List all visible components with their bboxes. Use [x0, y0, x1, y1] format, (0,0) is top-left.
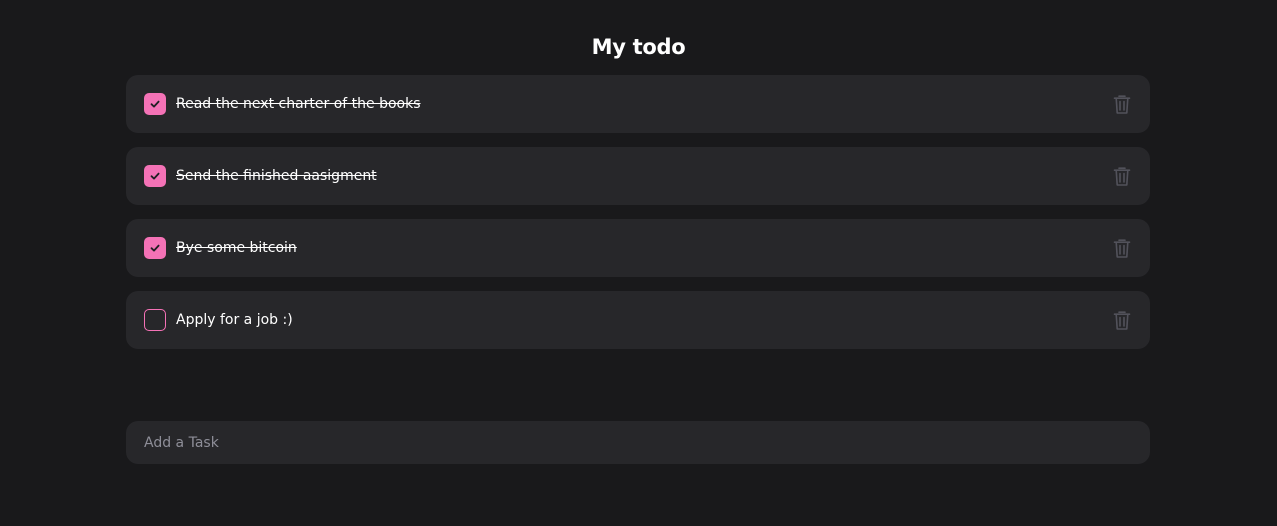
trash-icon	[1113, 238, 1131, 258]
todo-label: Read the next charter of the books	[176, 96, 421, 112]
check-icon	[150, 100, 160, 108]
todo-item[interactable]: Apply for a job :)	[126, 291, 1150, 349]
add-task-input[interactable]	[126, 421, 1150, 464]
trash-icon	[1113, 94, 1131, 114]
todo-item[interactable]: Bye some bitcoin	[126, 219, 1150, 277]
delete-button[interactable]	[1112, 309, 1132, 331]
delete-button[interactable]	[1112, 165, 1132, 187]
trash-icon	[1113, 166, 1131, 186]
todo-label: Send the finished aasigment	[176, 168, 377, 184]
delete-button[interactable]	[1112, 93, 1132, 115]
todo-item[interactable]: Send the finished aasigment	[126, 147, 1150, 205]
page-title: My todo	[591, 35, 686, 59]
todo-checkbox[interactable]	[144, 93, 166, 115]
check-icon	[150, 244, 160, 252]
delete-button[interactable]	[1112, 237, 1132, 259]
todo-label: Apply for a job :)	[176, 312, 293, 328]
todo-checkbox[interactable]	[144, 165, 166, 187]
todo-app: My todo Read the next charter of the boo…	[0, 0, 1277, 526]
todo-list: Read the next charter of the books Send …	[126, 75, 1150, 363]
check-icon	[150, 172, 160, 180]
todo-checkbox[interactable]	[144, 237, 166, 259]
todo-item[interactable]: Read the next charter of the books	[126, 75, 1150, 133]
todo-checkbox[interactable]	[144, 309, 166, 331]
todo-label: Bye some bitcoin	[176, 240, 297, 256]
trash-icon	[1113, 310, 1131, 330]
